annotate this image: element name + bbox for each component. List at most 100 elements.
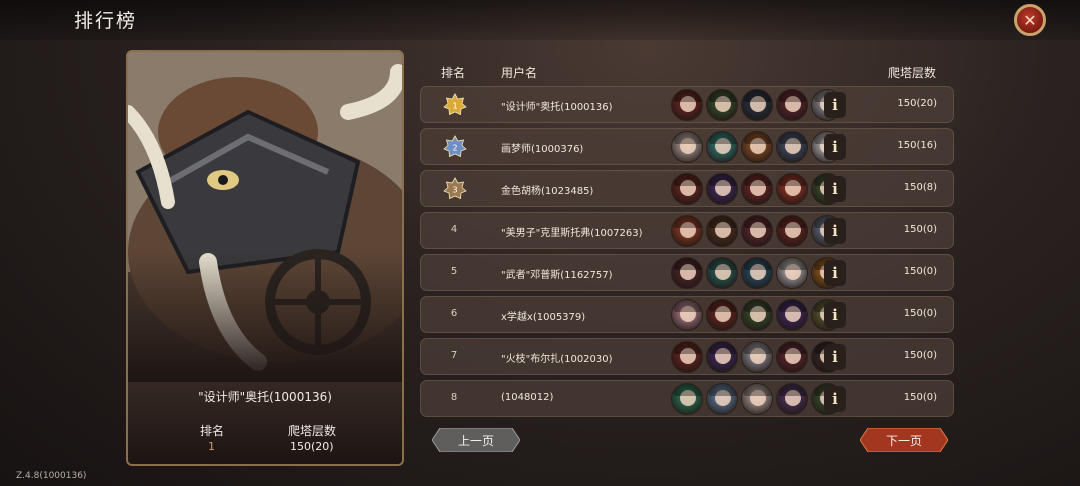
mammoth-character-art xyxy=(128,52,402,382)
hero-avatar[interactable] xyxy=(671,131,703,163)
hero-avatar[interactable] xyxy=(741,299,773,331)
info-icon: i xyxy=(832,264,838,282)
rank-medal-icon: 3 xyxy=(443,177,467,200)
floor-count: 150(8) xyxy=(903,182,937,193)
rank-number: 8 xyxy=(450,392,458,403)
version-label: Z.4.8(1000136) xyxy=(16,471,87,481)
rank-medal-icon: 1 xyxy=(443,93,467,116)
hero-avatar[interactable] xyxy=(741,131,773,163)
hero-avatar[interactable] xyxy=(741,89,773,121)
close-icon: ✕ xyxy=(1023,10,1037,30)
info-icon: i xyxy=(832,306,838,324)
hero-avatar[interactable] xyxy=(776,131,808,163)
prev-page-button[interactable]: 上一页 xyxy=(432,428,520,452)
team-avatars xyxy=(671,215,843,247)
hero-avatar[interactable] xyxy=(776,257,808,289)
hero-avatar[interactable] xyxy=(776,215,808,247)
hero-avatar[interactable] xyxy=(741,257,773,289)
next-page-button[interactable]: 下一页 xyxy=(860,428,948,452)
rank-number: 4 xyxy=(450,224,458,235)
info-button[interactable]: i xyxy=(824,344,846,370)
floor-count: 150(20) xyxy=(897,98,937,109)
username: (1048012) xyxy=(501,392,554,403)
hero-avatar[interactable] xyxy=(671,299,703,331)
hero-avatar[interactable] xyxy=(706,89,738,121)
column-header-username: 用户名 xyxy=(501,66,538,80)
floor-count: 150(0) xyxy=(903,266,937,277)
username: 金色胡杨(1023485) xyxy=(501,186,594,197)
leader-rank-label: 排名 xyxy=(200,424,225,438)
top-bar xyxy=(0,0,1080,40)
floor-count: 150(0) xyxy=(903,308,937,319)
floor-count: 150(0) xyxy=(903,224,937,235)
info-icon: i xyxy=(832,222,838,240)
username: "美男子"克里斯托弗(1007263) xyxy=(501,228,643,239)
hero-avatar[interactable] xyxy=(706,341,738,373)
table-row[interactable]: 2 画梦师(1000376) i 150(16) xyxy=(420,128,954,165)
hero-avatar[interactable] xyxy=(706,173,738,205)
hero-avatar[interactable] xyxy=(671,383,703,415)
column-header-rank: 排名 xyxy=(441,66,466,80)
table-row[interactable]: 8 (1048012) i 150(0) xyxy=(420,380,954,417)
hero-avatar[interactable] xyxy=(706,131,738,163)
team-avatars xyxy=(671,383,843,415)
hero-avatar[interactable] xyxy=(776,299,808,331)
hero-avatar[interactable] xyxy=(776,383,808,415)
leader-floor-value: 150(20) xyxy=(290,440,334,453)
rank-number: 6 xyxy=(450,308,458,319)
hero-avatar[interactable] xyxy=(741,215,773,247)
hero-avatar[interactable] xyxy=(776,89,808,121)
hero-avatar[interactable] xyxy=(671,257,703,289)
team-avatars xyxy=(671,299,843,331)
rank-number: 7 xyxy=(450,350,458,361)
leader-portrait-card: "设计师"奥托(1000136) 排名 1 爬塔层数 150(20) xyxy=(126,50,404,466)
info-button[interactable]: i xyxy=(824,134,846,160)
close-button[interactable]: ✕ xyxy=(1014,4,1046,36)
info-icon: i xyxy=(832,348,838,366)
hero-avatar[interactable] xyxy=(706,383,738,415)
rank-medal-number: 3 xyxy=(452,186,457,195)
table-row[interactable]: 1 "设计师"奥托(1000136) i 150(20) xyxy=(420,86,954,123)
rank-medal-icon: 2 xyxy=(443,135,467,158)
username: "设计师"奥托(1000136) xyxy=(501,102,613,113)
table-row[interactable]: 5 "武者"邓普斯(1162757) i 150(0) xyxy=(420,254,954,291)
rank-medal-number: 2 xyxy=(452,144,457,153)
leader-rank-value: 1 xyxy=(208,440,215,453)
hero-avatar[interactable] xyxy=(741,341,773,373)
info-button[interactable]: i xyxy=(824,386,846,412)
hero-avatar[interactable] xyxy=(706,215,738,247)
hero-avatar[interactable] xyxy=(741,173,773,205)
info-button[interactable]: i xyxy=(824,218,846,244)
hero-avatar[interactable] xyxy=(706,299,738,331)
leader-floor-label: 爬塔层数 xyxy=(288,424,337,438)
username: "武者"邓普斯(1162757) xyxy=(501,270,613,281)
info-button[interactable]: i xyxy=(824,176,846,202)
rank-number: 5 xyxy=(450,266,458,277)
username: x学越x(1005379) xyxy=(501,312,586,323)
team-avatars xyxy=(671,173,843,205)
team-avatars xyxy=(671,257,843,289)
floor-count: 150(0) xyxy=(903,350,937,361)
info-icon: i xyxy=(832,180,838,198)
team-avatars xyxy=(671,131,843,163)
hero-avatar[interactable] xyxy=(776,173,808,205)
hero-avatar[interactable] xyxy=(776,341,808,373)
column-header-floors: 爬塔层数 xyxy=(888,66,937,80)
table-row[interactable]: 4 "美男子"克里斯托弗(1007263) i 150(0) xyxy=(420,212,954,249)
info-button[interactable]: i xyxy=(824,92,846,118)
next-page-label: 下一页 xyxy=(885,433,922,448)
table-row[interactable]: 3 金色胡杨(1023485) i 150(8) xyxy=(420,170,954,207)
table-row[interactable]: 6 x学越x(1005379) i 150(0) xyxy=(420,296,954,333)
info-button[interactable]: i xyxy=(824,260,846,286)
hero-avatar[interactable] xyxy=(706,257,738,289)
table-row[interactable]: 7 "火枝"布尔扎(1002030) i 150(0) xyxy=(420,338,954,375)
info-button[interactable]: i xyxy=(824,302,846,328)
hero-avatar[interactable] xyxy=(671,215,703,247)
hero-avatar[interactable] xyxy=(671,89,703,121)
hero-avatar[interactable] xyxy=(671,173,703,205)
info-icon: i xyxy=(832,138,838,156)
info-icon: i xyxy=(832,96,838,114)
floor-count: 150(16) xyxy=(897,140,937,151)
hero-avatar[interactable] xyxy=(671,341,703,373)
hero-avatar[interactable] xyxy=(741,383,773,415)
